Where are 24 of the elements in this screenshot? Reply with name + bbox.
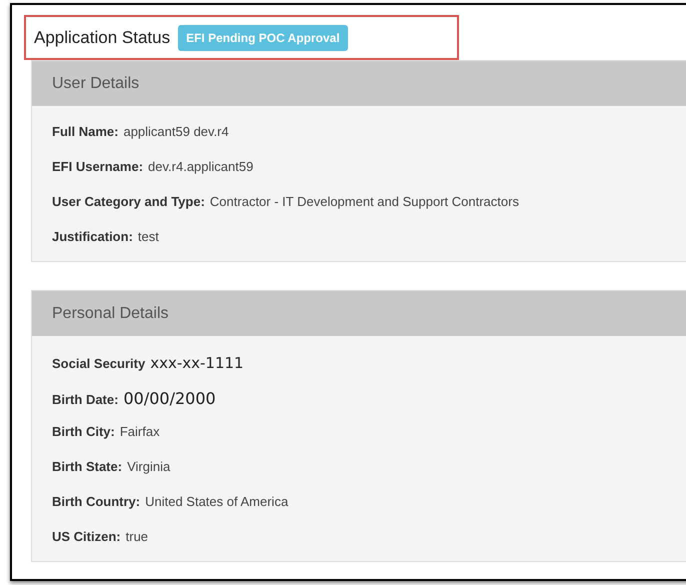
page-title: Application Status — [34, 26, 170, 49]
field-label: Birth State: — [52, 458, 122, 476]
field-value: true — [126, 528, 148, 546]
field-value: test — [138, 228, 159, 246]
field-value: applicant59 dev.r4 — [123, 123, 229, 141]
field-value: Fairfax — [120, 423, 160, 441]
field-value: dev.r4.applicant59 — [148, 158, 254, 176]
status-badge: EFI Pending POC Approval — [178, 24, 348, 50]
field-label: Justification: — [52, 228, 133, 246]
field-label: Full Name: — [52, 123, 118, 141]
field-value: United States of America — [145, 493, 288, 511]
field-label: Birth Country: — [52, 493, 140, 511]
field-value: Virginia — [127, 458, 170, 476]
field-label: User Category and Type: — [52, 193, 205, 211]
field-label: Birth City: — [52, 423, 115, 441]
field-label: Birth Date: — [52, 391, 118, 409]
field-value: Contractor - IT Development and Support Contractors — [210, 193, 519, 211]
field-value: 00/00/2000 — [123, 388, 216, 410]
field-label: US Citizen: — [52, 528, 121, 546]
field-label: Social Security — [52, 355, 146, 373]
panel-heading: User Details — [52, 74, 140, 94]
field-label: EFI Username: — [52, 158, 144, 176]
field-value: xxx-xx-1111 — [150, 353, 244, 374]
panel-heading: Personal Details — [52, 304, 168, 324]
